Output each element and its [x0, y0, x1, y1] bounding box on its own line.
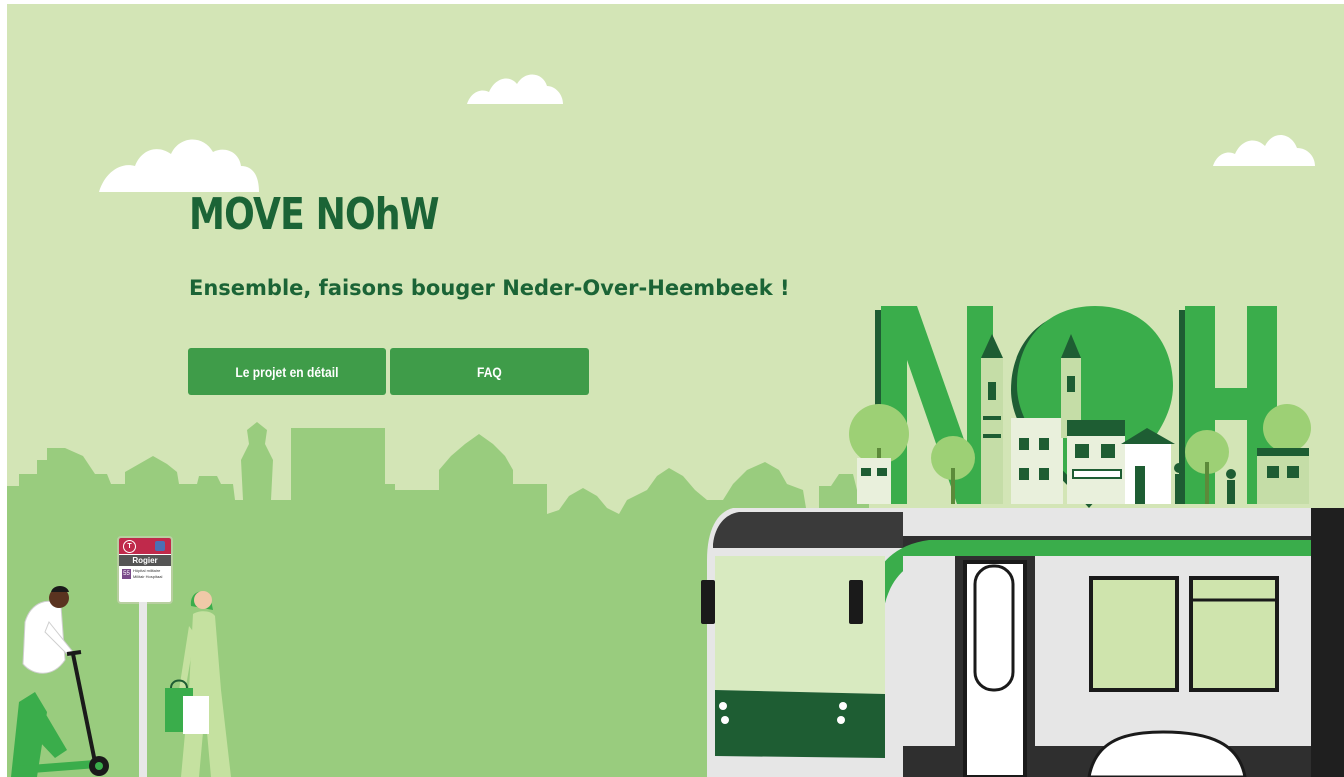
- noh-letters-illustration: [849, 306, 1311, 508]
- page-subtitle: Ensemble, faisons bouger Neder-Over-Heem…: [189, 276, 790, 300]
- project-details-button-label: Le projet en détail: [235, 363, 339, 380]
- walking-woman-illustration: [165, 591, 231, 777]
- tram-illustration: [701, 508, 1344, 777]
- scooter-person-illustration: [11, 586, 109, 777]
- line-info-2: Militair Hospitaal: [133, 574, 163, 579]
- tram-badge-icon: T: [123, 540, 136, 553]
- line-number: 55: [122, 569, 131, 579]
- hero-section: T Rogier 55 Hôpital militaire Militair H…: [7, 4, 1344, 777]
- page-title: MOVE NOhW: [189, 189, 440, 240]
- faq-button[interactable]: FAQ: [390, 348, 589, 395]
- stop-name: Rogier: [119, 555, 171, 566]
- faq-button-label: FAQ: [477, 363, 502, 380]
- project-details-button[interactable]: Le projet en détail: [188, 348, 386, 395]
- cloud-icon: [467, 74, 563, 104]
- bus-stop-pole: [139, 602, 147, 777]
- cloud-icon: [1213, 134, 1315, 166]
- line-info-1: Hôpital militaire: [133, 568, 161, 573]
- cloud-icon: [99, 139, 259, 192]
